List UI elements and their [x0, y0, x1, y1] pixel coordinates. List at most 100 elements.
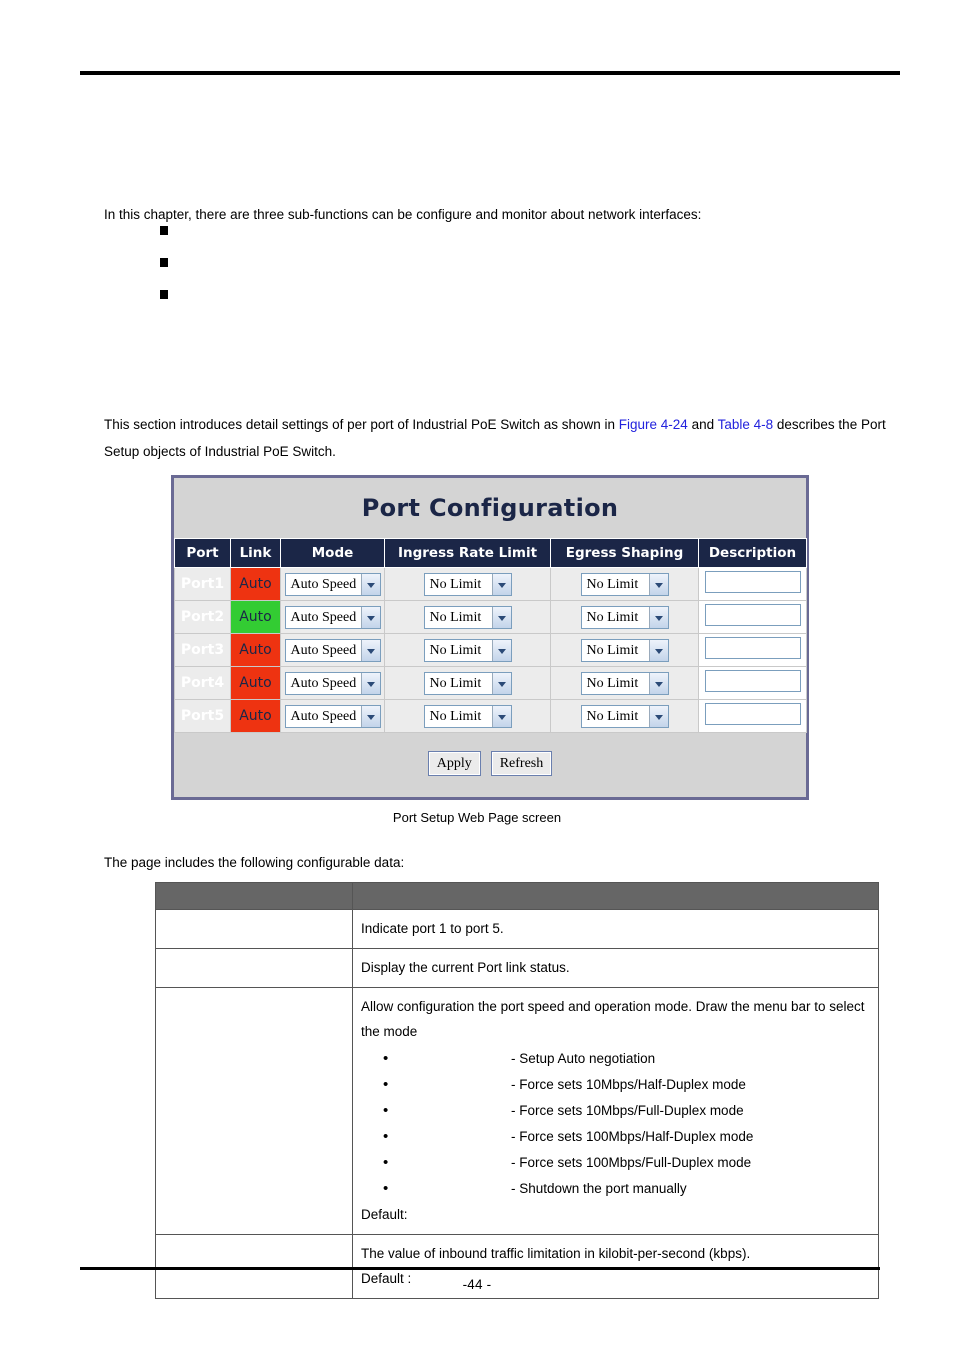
chevron-down-icon [648, 606, 668, 628]
description-input-1[interactable] [704, 570, 801, 593]
table-cross-reference-link[interactable]: Table 4-8 [718, 417, 774, 432]
egress-shaping-select-4[interactable]: No Limit [580, 671, 669, 695]
refresh-button[interactable]: Refresh [490, 750, 553, 776]
description-input-2[interactable] [704, 603, 801, 626]
ingress-rate-select-1[interactable]: No Limit [423, 572, 512, 596]
mode-select-value-4: Auto Speed [290, 675, 357, 691]
link-status-5: Auto [230, 699, 281, 733]
table-row: Indicate port 1 to port 5. [155, 909, 879, 949]
mode-select-4[interactable]: Auto Speed [284, 671, 381, 695]
egress-shaping-select-3[interactable]: No Limit [580, 638, 669, 662]
port-configuration-screenshot: Port Configuration Port Link Mode Ingres… [171, 475, 809, 800]
mode-select-2[interactable]: Auto Speed [284, 605, 381, 629]
chevron-down-icon [360, 639, 380, 661]
egress-cell-2: No Limit [550, 600, 699, 634]
description-table-header-object [155, 882, 353, 910]
egress-shaping-value-5: No Limit [586, 708, 639, 724]
ingress-cell-4: No Limit [384, 666, 551, 700]
lead-in-text: The page includes the following configur… [104, 855, 405, 870]
chevron-down-icon [491, 606, 511, 628]
object-description-port: Indicate port 1 to port 5. [352, 909, 879, 949]
ingress-description-text: The value of inbound traffic limitation … [361, 1246, 751, 1261]
column-header-port: Port [174, 538, 231, 568]
list-item: - Force sets 10Mbps/Full-Duplex mode [361, 1098, 870, 1124]
ingress-rate-select-5[interactable]: No Limit [423, 704, 512, 728]
mode-select-1[interactable]: Auto Speed [284, 572, 381, 596]
mode-option-list: - Setup Auto negotiation - Force sets 10… [361, 1046, 870, 1202]
ingress-rate-value-1: No Limit [429, 576, 482, 592]
column-header-mode: Mode [280, 538, 385, 568]
chevron-down-icon [491, 573, 511, 595]
egress-shaping-select-5[interactable]: No Limit [580, 704, 669, 728]
egress-cell-4: No Limit [550, 666, 699, 700]
list-item [160, 254, 860, 286]
mode-select-5[interactable]: Auto Speed [284, 704, 381, 728]
table-row: Port1 Auto Auto Speed No Limit No Limit [174, 567, 807, 601]
egress-shaping-value-3: No Limit [586, 642, 639, 658]
ingress-rate-value-2: No Limit [429, 609, 482, 625]
mode-cell-5: Auto Speed [280, 699, 385, 733]
port-configuration-title: Port Configuration [361, 494, 619, 522]
ingress-rate-value-3: No Limit [429, 642, 482, 658]
mode-select-3[interactable]: Auto Speed [284, 638, 381, 662]
description-cell-3 [698, 633, 807, 667]
ingress-rate-select-2[interactable]: No Limit [423, 605, 512, 629]
object-name-mode [155, 987, 353, 1235]
description-input-3[interactable] [704, 636, 801, 659]
link-status-2: Auto [230, 600, 281, 634]
ingress-cell-2: No Limit [384, 600, 551, 634]
mode-cell-1: Auto Speed [280, 567, 385, 601]
list-item [160, 222, 860, 254]
description-input-5[interactable] [704, 702, 801, 725]
description-input-4[interactable] [704, 669, 801, 692]
action-button-bar: Apply Refresh [174, 733, 806, 793]
intro-paragraph: In this chapter, there are three sub-fun… [104, 206, 702, 222]
chevron-down-icon [648, 672, 668, 694]
port-label-1: Port1 [174, 567, 231, 601]
ingress-rate-value-5: No Limit [429, 708, 482, 724]
port-label-4: Port4 [174, 666, 231, 700]
column-header-link: Link [230, 538, 281, 568]
table-row: Port5 Auto Auto Speed No Limit No Limit [174, 699, 807, 733]
list-item: - Force sets 100Mbps/Full-Duplex mode [361, 1150, 870, 1176]
ingress-rate-select-4[interactable]: No Limit [423, 671, 512, 695]
egress-shaping-select-2[interactable]: No Limit [580, 605, 669, 629]
object-description-mode: Allow configuration the port speed and o… [352, 987, 879, 1235]
column-header-egress-shaping: Egress Shaping [550, 538, 699, 568]
section-text-part2: and [687, 416, 718, 432]
chevron-down-icon [648, 705, 668, 727]
port-label-5: Port5 [174, 699, 231, 733]
footer-rule [80, 1267, 880, 1270]
port-label-3: Port3 [174, 633, 231, 667]
chevron-down-icon [360, 705, 380, 727]
table-row: Allow configuration the port speed and o… [155, 987, 879, 1235]
egress-shaping-select-1[interactable]: No Limit [580, 572, 669, 596]
document-page: In this chapter, there are three sub-fun… [0, 0, 954, 1350]
mode-select-value-3: Auto Speed [290, 642, 357, 658]
page-number: -44 - [462, 1277, 492, 1292]
mode-cell-4: Auto Speed [280, 666, 385, 700]
section-text-part1: This section introduces detail settings … [104, 416, 619, 432]
egress-cell-1: No Limit [550, 567, 699, 601]
mode-cell-2: Auto Speed [280, 600, 385, 634]
figure-cross-reference-link[interactable]: Figure 4-24 [619, 417, 688, 432]
ingress-rate-select-3[interactable]: No Limit [423, 638, 512, 662]
mode-select-value-5: Auto Speed [290, 708, 357, 724]
list-item: - Setup Auto negotiation [361, 1046, 870, 1072]
object-description-table: Indicate port 1 to port 5. Display the c… [155, 882, 879, 1299]
chevron-down-icon [648, 573, 668, 595]
mode-default-value: Default: [361, 1207, 408, 1222]
egress-shaping-value-2: No Limit [586, 609, 639, 625]
apply-button[interactable]: Apply [427, 750, 481, 776]
list-item: - Shutdown the port manually [361, 1176, 870, 1202]
figure-caption: Port Setup Web Page screen [392, 810, 562, 825]
chevron-down-icon [491, 672, 511, 694]
link-status-3: Auto [230, 633, 281, 667]
object-description-link: Display the current Port link status. [352, 948, 879, 988]
table-row: Port2 Auto Auto Speed No Limit No Limit [174, 600, 807, 634]
port-label-2: Port2 [174, 600, 231, 634]
ingress-cell-5: No Limit [384, 699, 551, 733]
list-item: - Force sets 100Mbps/Half-Duplex mode [361, 1124, 870, 1150]
chevron-down-icon [648, 639, 668, 661]
chevron-down-icon [491, 639, 511, 661]
